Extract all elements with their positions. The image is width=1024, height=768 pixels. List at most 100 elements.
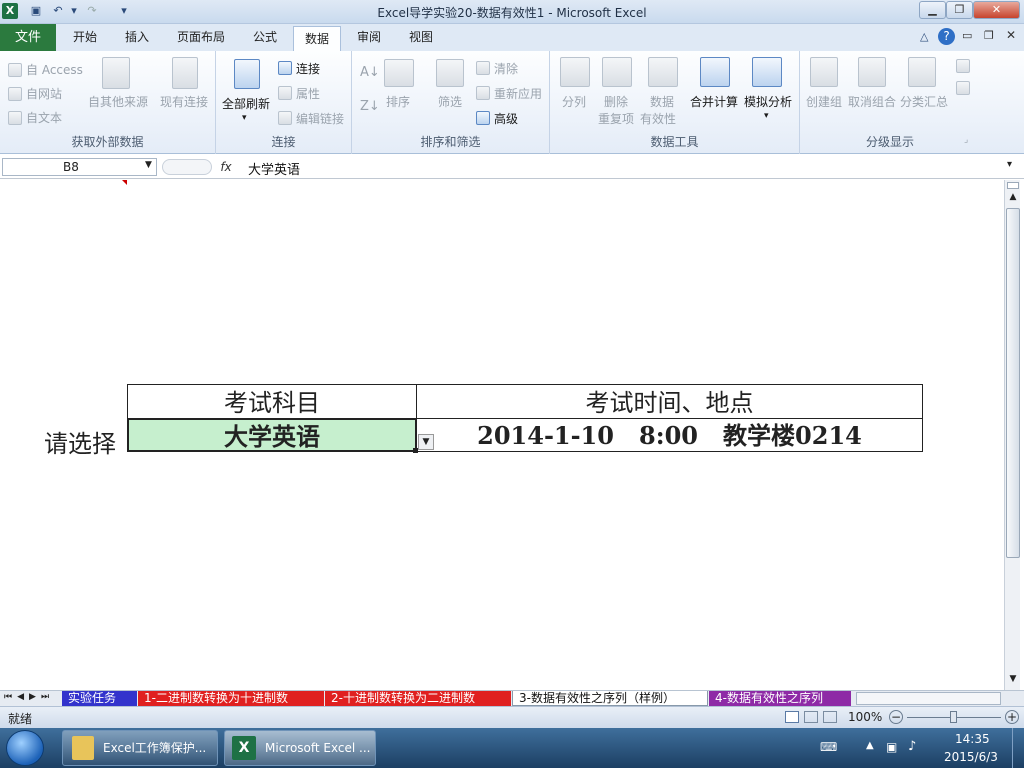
clock-time[interactable]: 14:35	[955, 732, 990, 746]
reapply-button[interactable]: 重新应用	[494, 85, 542, 102]
workbook-close-icon[interactable]: ✕	[1006, 28, 1016, 42]
subject-selection-cell[interactable]: 大学英语	[127, 418, 417, 452]
workbook-restore-icon[interactable]: ❐	[984, 29, 994, 42]
reapply-icon	[476, 86, 490, 100]
tab-view[interactable]: 视图	[398, 24, 444, 51]
name-box-dropdown-icon[interactable]: ▼	[145, 160, 152, 170]
tab-file[interactable]: 文件	[0, 24, 56, 51]
ribbon-data: 自 Access 自网站 自文本 自其他来源 现有连接 获取外部数据 全部刷新 …	[0, 51, 1024, 154]
name-box[interactable]: B8	[2, 158, 157, 176]
scroll-up-icon[interactable]: ▲	[1007, 192, 1019, 206]
refresh-all-icon	[234, 59, 260, 89]
sort-button[interactable]: 排序	[386, 93, 410, 110]
exam-info-cell: 2014-1-10 8:00 教学楼0214	[416, 418, 923, 452]
formula-bar: B8 ▼ fx 大学英语 ▾	[0, 155, 1024, 179]
refresh-all-button[interactable]: 全部刷新	[222, 95, 270, 112]
advanced-button[interactable]: 高级	[494, 110, 518, 127]
tab-review[interactable]: 审阅	[346, 24, 392, 51]
start-button[interactable]	[6, 730, 44, 766]
minimize-button[interactable]: ▁	[919, 1, 946, 19]
restore-button[interactable]: ❐	[946, 1, 973, 19]
from-web-button[interactable]: 自网站	[26, 85, 62, 102]
sheet-tab-validation[interactable]: 4-数据有效性之序列	[709, 691, 851, 706]
vertical-scroll-thumb[interactable]	[1006, 208, 1020, 558]
data-validation-button[interactable]: 数据	[650, 93, 674, 110]
workbook-minimize-icon[interactable]: ▭	[962, 29, 972, 42]
properties-button[interactable]: 属性	[296, 85, 320, 102]
zoom-in-icon[interactable]: +	[1005, 710, 1019, 724]
show-detail-icon[interactable]	[956, 59, 970, 73]
sheet-nav-icon[interactable]: ⏮◀▶⏭	[4, 692, 54, 702]
tab-insert[interactable]: 插入	[114, 24, 160, 51]
volume-icon[interactable]: ♪	[908, 739, 916, 754]
sort-ascending-icon[interactable]: A↓	[360, 65, 380, 80]
zoom-level[interactable]: 100%	[848, 710, 882, 724]
split-box[interactable]	[1007, 182, 1019, 189]
filter-funnel-icon	[436, 59, 464, 87]
page-layout-view-icon[interactable]	[804, 711, 818, 723]
text-to-columns-icon	[560, 57, 590, 87]
from-access-button[interactable]: 自 Access	[26, 61, 83, 78]
subtotal-button[interactable]: 分类汇总	[900, 93, 948, 110]
from-text-button[interactable]: 自文本	[26, 109, 62, 126]
help-icon[interactable]: ?	[938, 28, 955, 45]
sheet-tab-bin-to-dec[interactable]: 1-二进制数转换为十进制数	[138, 691, 324, 706]
ribbon-tab-row: 文件 开始 插入 页面布局 公式 数据 审阅 视图 △ ? ▭ ❐ ✕	[0, 24, 1024, 52]
zoom-slider-thumb[interactable]	[950, 711, 957, 723]
group-label-data-tools: 数据工具	[650, 135, 699, 149]
status-bar: 就绪 100% − +	[0, 706, 1024, 728]
connections-icon	[278, 61, 292, 75]
zoom-out-icon[interactable]: −	[889, 710, 903, 724]
what-if-analysis-button[interactable]: 模拟分析	[744, 93, 792, 110]
clear-button[interactable]: 清除	[494, 60, 518, 77]
what-if-dropdown-icon[interactable]: ▾	[764, 111, 769, 121]
access-icon	[8, 63, 22, 77]
normal-view-icon[interactable]	[785, 711, 799, 723]
consolidate-button[interactable]: 合并计算	[690, 93, 738, 110]
tab-data[interactable]: 数据	[293, 26, 341, 52]
prompt-label: 请选择	[44, 430, 116, 458]
existing-connections-button[interactable]: 现有连接	[160, 93, 208, 110]
tab-home[interactable]: 开始	[62, 24, 108, 51]
ribbon-minimize-icon[interactable]: △	[920, 30, 928, 43]
insert-function-icon[interactable]: fx	[216, 157, 236, 177]
connections-button[interactable]: 连接	[296, 60, 320, 77]
filter-button[interactable]: 筛选	[438, 93, 462, 110]
show-hidden-icons[interactable]: ▲	[866, 740, 874, 751]
dialog-launcher-icon[interactable]: ⌟	[964, 135, 968, 145]
group-connections: 全部刷新 ▾ 连接 属性 编辑链接 连接	[216, 51, 352, 154]
text-to-columns-button[interactable]: 分列	[562, 93, 586, 110]
page-break-view-icon[interactable]	[823, 711, 837, 723]
show-desktop-button[interactable]	[1012, 728, 1024, 768]
folder-icon	[72, 736, 94, 760]
edit-links-button[interactable]: 编辑链接	[296, 110, 344, 127]
hide-detail-icon[interactable]	[956, 81, 970, 95]
sheet-tab-dec-to-bin[interactable]: 2-十进制数转换为二进制数	[325, 691, 511, 706]
sort-descending-icon[interactable]: Z↓	[360, 99, 380, 114]
network-icon[interactable]: ▣	[886, 740, 897, 754]
comment-indicator-icon	[122, 180, 127, 185]
expand-formula-bar-icon[interactable]: ▾	[1007, 159, 1012, 170]
formula-input[interactable]: 大学英语	[248, 159, 300, 178]
sheet-tab-validation-sample[interactable]: 3-数据有效性之序列（样例）	[512, 691, 708, 706]
sheet-tab-tasks[interactable]: 实验任务	[62, 691, 137, 706]
edit-links-icon	[278, 111, 292, 125]
scroll-down-icon[interactable]: ▼	[1007, 674, 1019, 688]
horizontal-scrollbar[interactable]	[856, 692, 1001, 705]
existing-connections-icon	[172, 57, 198, 89]
from-other-sources-button[interactable]: 自其他来源	[88, 93, 148, 110]
remove-duplicates-button[interactable]: 删除	[604, 93, 628, 110]
close-button[interactable]: ✕	[973, 1, 1020, 19]
group-label-sort-filter: 排序和筛选	[420, 135, 481, 149]
formula-bar-splitter[interactable]	[162, 159, 212, 175]
keyboard-icon[interactable]: ⌨	[820, 740, 837, 754]
tab-formulas[interactable]: 公式	[242, 24, 288, 51]
ungroup-button[interactable]: 取消组合	[848, 93, 896, 110]
vertical-scrollbar[interactable]: ▲ ▼	[1004, 180, 1020, 690]
subtotal-icon	[908, 57, 936, 87]
create-group-button[interactable]: 创建组	[806, 93, 842, 110]
worksheet-area[interactable]: 请选择 考试科目 考试时间、地点 大学英语 ▼ 2014-1-10 8:00 教…	[0, 180, 1004, 690]
tab-page-layout[interactable]: 页面布局	[168, 24, 234, 51]
refresh-dropdown-icon[interactable]: ▾	[242, 113, 247, 123]
clock-date[interactable]: 2015/6/3	[944, 750, 998, 764]
